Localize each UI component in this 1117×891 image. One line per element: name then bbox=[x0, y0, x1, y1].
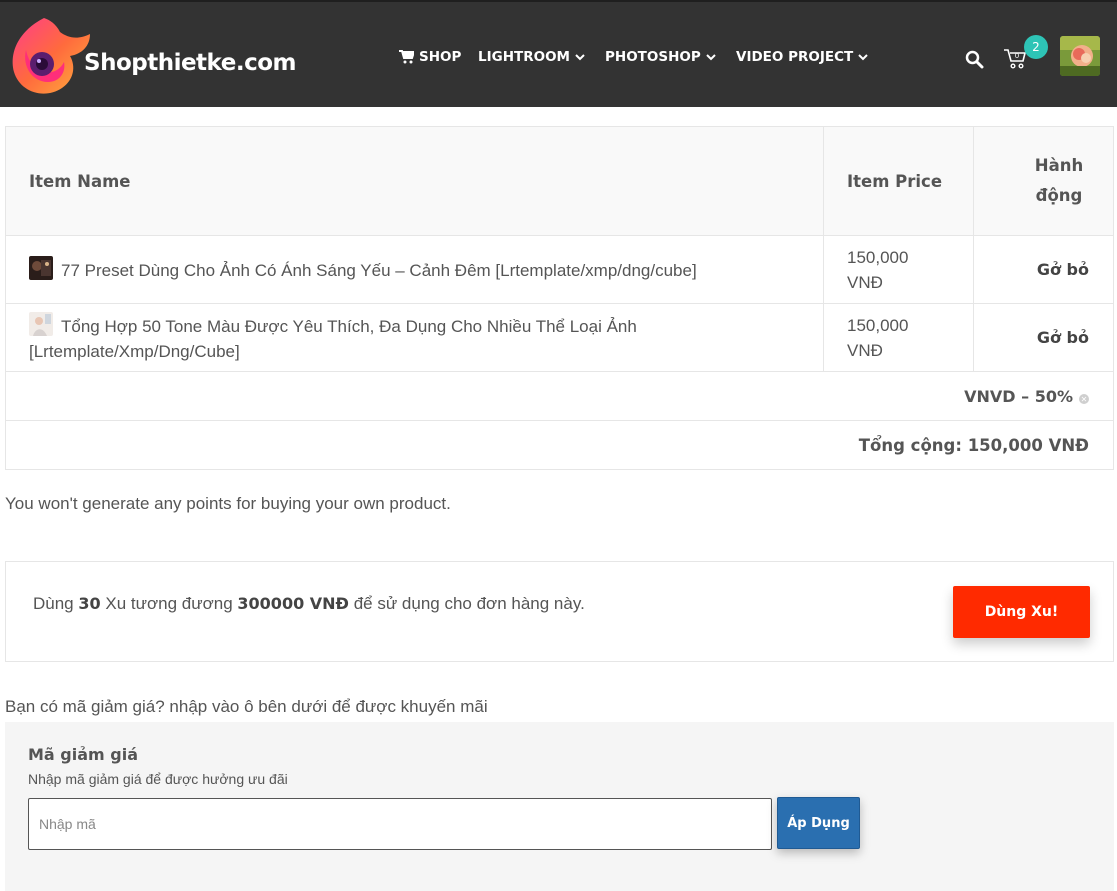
points-redeem-box: Dùng 30 Xu tương đương 300000 VNĐ để sử … bbox=[5, 561, 1114, 662]
points-message: Dùng 30 Xu tương đương 300000 VNĐ để sử … bbox=[33, 594, 585, 614]
points-coins: 30 bbox=[78, 594, 101, 613]
apply-coupon-button[interactable]: Áp Dụng bbox=[777, 797, 860, 849]
cart-inner-count: 0 bbox=[1015, 52, 1019, 60]
discount-row: VNVD – 50% ✕ bbox=[6, 372, 1113, 421]
nav-photoshop-label: PHOTOSHOP bbox=[605, 49, 701, 65]
coupon-code-input[interactable] bbox=[28, 798, 772, 850]
item-name[interactable]: Tổng Hợp 50 Tone Màu Được Yêu Thích, Đa … bbox=[29, 317, 637, 361]
remove-discount-icon[interactable]: ✕ bbox=[1079, 394, 1089, 404]
cart-count-badge: 2 bbox=[1024, 35, 1048, 59]
use-points-button[interactable]: Dùng Xu! bbox=[953, 586, 1090, 638]
product-thumbnail[interactable] bbox=[29, 311, 53, 336]
site-header: Shopthietke.com SHOP LIGHTROOM PHOTOSHOP… bbox=[0, 0, 1117, 107]
header-action: Hành động bbox=[1034, 156, 1084, 205]
nav-shop-label: SHOP bbox=[419, 49, 462, 65]
cart-total: Tổng cộng: 150,000 VNĐ bbox=[858, 435, 1089, 455]
cart-table-header: Item Name Item Price Hành động bbox=[6, 127, 1113, 236]
points-mid: Xu tương đương bbox=[105, 594, 233, 613]
nav-video-project[interactable]: VIDEO PROJECT bbox=[736, 48, 868, 66]
chevron-down-icon bbox=[575, 53, 585, 60]
points-amount: 300000 VNĐ bbox=[237, 594, 349, 613]
table-row: 77 Preset Dùng Cho Ảnh Có Ánh Sáng Yếu –… bbox=[6, 236, 1113, 304]
item-price: 150,000 VNĐ bbox=[847, 315, 909, 360]
total-row: Tổng cộng: 150,000 VNĐ bbox=[6, 421, 1113, 469]
points-suffix: để sử dụng cho đơn hàng này. bbox=[353, 594, 585, 613]
nav-video-project-label: VIDEO PROJECT bbox=[736, 49, 854, 65]
points-prefix: Dùng bbox=[33, 594, 74, 613]
brand-name[interactable]: Shopthietke.com bbox=[84, 50, 296, 76]
table-row: Tổng Hợp 50 Tone Màu Được Yêu Thích, Đa … bbox=[6, 304, 1113, 372]
cart-table: Item Name Item Price Hành động 77 Preset… bbox=[5, 126, 1114, 470]
coupon-title: Mã giảm giá bbox=[28, 745, 138, 764]
product-thumbnail[interactable] bbox=[29, 256, 53, 280]
nav-lightroom[interactable]: LIGHTROOM bbox=[478, 48, 585, 66]
nav-lightroom-label: LIGHTROOM bbox=[478, 49, 570, 65]
coupon-hint: Bạn có mã giảm giá? nhập vào ô bên dưới … bbox=[5, 697, 488, 716]
nav-photoshop[interactable]: PHOTOSHOP bbox=[605, 48, 716, 66]
coupon-subtitle: Nhập mã giảm giá để được hưởng ưu đãi bbox=[28, 771, 288, 787]
item-name[interactable]: 77 Preset Dùng Cho Ảnh Có Ánh Sáng Yếu –… bbox=[61, 261, 697, 280]
cart-icon bbox=[399, 50, 414, 64]
remove-item-button[interactable]: Gở bỏ bbox=[1037, 257, 1089, 282]
nav-shop[interactable]: SHOP bbox=[399, 48, 461, 66]
avatar[interactable] bbox=[1060, 36, 1100, 76]
chevron-down-icon bbox=[858, 53, 868, 60]
remove-item-button[interactable]: Gở bỏ bbox=[1037, 325, 1089, 350]
discount-label: VNVD – 50% bbox=[964, 386, 1073, 406]
brand-logo-icon[interactable] bbox=[4, 10, 94, 100]
header-item-name: Item Name bbox=[29, 171, 131, 191]
item-price: 150,000 VNĐ bbox=[847, 247, 909, 292]
chevron-down-icon bbox=[706, 53, 716, 60]
header-item-price: Item Price bbox=[847, 171, 943, 191]
points-notice: You won't generate any points for buying… bbox=[5, 494, 451, 513]
mini-cart-icon[interactable]: 0 bbox=[1003, 48, 1027, 70]
coupon-box: Mã giảm giá Nhập mã giảm giá để được hưở… bbox=[5, 722, 1114, 891]
search-icon[interactable] bbox=[965, 50, 984, 69]
